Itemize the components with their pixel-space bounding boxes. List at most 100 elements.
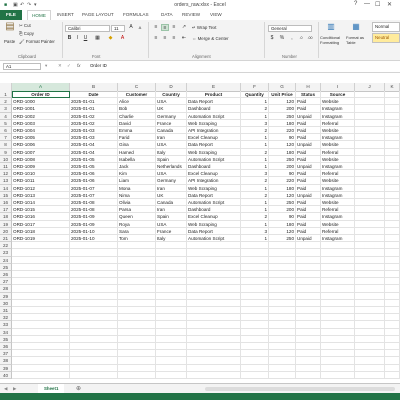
table-cell[interactable]: 220 xyxy=(269,177,296,185)
empty-cell[interactable] xyxy=(321,263,355,271)
column-header-f[interactable]: F xyxy=(241,83,269,91)
header-cell[interactable]: Customer xyxy=(118,91,156,99)
table-cell[interactable]: Paid xyxy=(296,220,321,228)
table-cell[interactable]: Website xyxy=(321,155,355,163)
percent-icon[interactable]: % xyxy=(278,35,286,42)
empty-cell[interactable] xyxy=(296,357,321,365)
empty-cell[interactable] xyxy=(241,249,269,257)
table-cell[interactable]: Web Scraping xyxy=(187,220,241,228)
row-header[interactable]: 23 xyxy=(0,249,12,257)
empty-cell[interactable] xyxy=(70,256,118,264)
empty-cell[interactable] xyxy=(296,256,321,264)
row-header[interactable]: 30 xyxy=(0,299,12,307)
table-cell[interactable]: Emma xyxy=(118,127,156,135)
empty-cell[interactable] xyxy=(385,119,400,127)
table-cell[interactable]: 1 xyxy=(241,235,269,243)
empty-cell[interactable] xyxy=(269,307,296,315)
empty-cell[interactable] xyxy=(269,328,296,336)
table-cell[interactable]: API Integration xyxy=(187,177,241,185)
empty-cell[interactable] xyxy=(70,278,118,286)
table-cell[interactable]: Alice xyxy=(118,98,156,106)
column-header-b[interactable]: B xyxy=(70,83,118,91)
table-cell[interactable]: Jack xyxy=(118,163,156,171)
empty-cell[interactable] xyxy=(118,271,156,279)
empty-cell[interactable] xyxy=(70,321,118,329)
indent-icon[interactable]: ⇤ xyxy=(180,35,188,42)
empty-cell[interactable] xyxy=(241,307,269,315)
empty-cell[interactable] xyxy=(385,148,400,156)
empty-cell[interactable] xyxy=(118,350,156,358)
table-cell[interactable]: 90 xyxy=(269,213,296,221)
worksheet-grid[interactable]: 1 Order ID Date Customer Country Product Quant… xyxy=(0,91,400,383)
table-cell[interactable]: 2025-01-02 xyxy=(70,112,118,120)
empty-cell[interactable] xyxy=(187,242,241,250)
row-header[interactable]: 31 xyxy=(0,307,12,315)
empty-cell[interactable] xyxy=(156,335,187,343)
empty-cell[interactable] xyxy=(385,343,400,351)
row-header[interactable]: 5 xyxy=(0,119,12,127)
empty-cell[interactable] xyxy=(355,227,385,235)
table-cell[interactable]: Iran xyxy=(156,184,187,192)
row-header[interactable]: 6 xyxy=(0,127,12,135)
row-header[interactable]: 18 xyxy=(0,213,12,221)
table-cell[interactable]: 2 xyxy=(241,213,269,221)
table-cell[interactable]: Unpaid xyxy=(296,141,321,149)
empty-cell[interactable] xyxy=(269,263,296,271)
empty-cell[interactable] xyxy=(385,105,400,113)
row-header[interactable]: 35 xyxy=(0,335,12,343)
active-cell[interactable]: Order ID xyxy=(12,91,70,99)
table-cell[interactable]: 1 xyxy=(241,206,269,214)
row-header[interactable]: 32 xyxy=(0,314,12,322)
table-cell[interactable]: Referral xyxy=(321,170,355,178)
empty-cell[interactable] xyxy=(355,299,385,307)
row-header[interactable]: 21 xyxy=(0,235,12,243)
empty-cell[interactable] xyxy=(385,271,400,279)
empty-cell[interactable] xyxy=(241,335,269,343)
table-cell[interactable]: Paid xyxy=(296,148,321,156)
empty-cell[interactable] xyxy=(156,350,187,358)
empty-cell[interactable] xyxy=(187,256,241,264)
font-name-select[interactable]: Calibri xyxy=(65,25,110,32)
empty-cell[interactable] xyxy=(187,343,241,351)
empty-cell[interactable] xyxy=(187,371,241,379)
empty-cell[interactable] xyxy=(355,98,385,106)
empty-cell[interactable] xyxy=(118,321,156,329)
empty-cell[interactable] xyxy=(12,343,70,351)
empty-cell[interactable] xyxy=(156,307,187,315)
header-cell[interactable]: Date xyxy=(70,91,118,99)
empty-cell[interactable] xyxy=(156,357,187,365)
empty-cell[interactable] xyxy=(385,184,400,192)
table-cell[interactable]: 200 xyxy=(269,105,296,113)
table-cell[interactable]: Gina xyxy=(118,141,156,149)
empty-cell[interactable] xyxy=(241,263,269,271)
empty-cell[interactable] xyxy=(118,335,156,343)
table-cell[interactable]: 2025-01-07 xyxy=(70,184,118,192)
empty-cell[interactable] xyxy=(70,350,118,358)
table-cell[interactable]: France xyxy=(156,119,187,127)
table-cell[interactable]: 1 xyxy=(241,112,269,120)
table-cell[interactable]: Referral xyxy=(321,119,355,127)
table-cell[interactable]: 3 xyxy=(241,119,269,127)
empty-cell[interactable] xyxy=(321,314,355,322)
empty-cell[interactable] xyxy=(355,119,385,127)
row-header[interactable]: 26 xyxy=(0,271,12,279)
empty-cell[interactable] xyxy=(269,335,296,343)
empty-cell[interactable] xyxy=(156,249,187,257)
empty-cell[interactable] xyxy=(355,155,385,163)
empty-cell[interactable] xyxy=(355,249,385,257)
tab-data[interactable]: DATA xyxy=(161,12,173,17)
table-cell[interactable]: Instagram xyxy=(321,191,355,199)
empty-cell[interactable] xyxy=(269,299,296,307)
table-cell[interactable]: Paid xyxy=(296,199,321,207)
table-cell[interactable]: 2025-01-09 xyxy=(70,213,118,221)
empty-cell[interactable] xyxy=(385,112,400,120)
table-cell[interactable]: Instagram xyxy=(321,134,355,142)
select-all-corner[interactable] xyxy=(0,83,12,91)
table-cell[interactable]: USA xyxy=(156,170,187,178)
row-header[interactable]: 9 xyxy=(0,148,12,156)
table-cell[interactable]: 120 xyxy=(269,141,296,149)
empty-cell[interactable] xyxy=(355,314,385,322)
empty-cell[interactable] xyxy=(241,357,269,365)
table-cell[interactable]: 1 xyxy=(241,98,269,106)
row-header[interactable]: 1 xyxy=(0,91,12,99)
